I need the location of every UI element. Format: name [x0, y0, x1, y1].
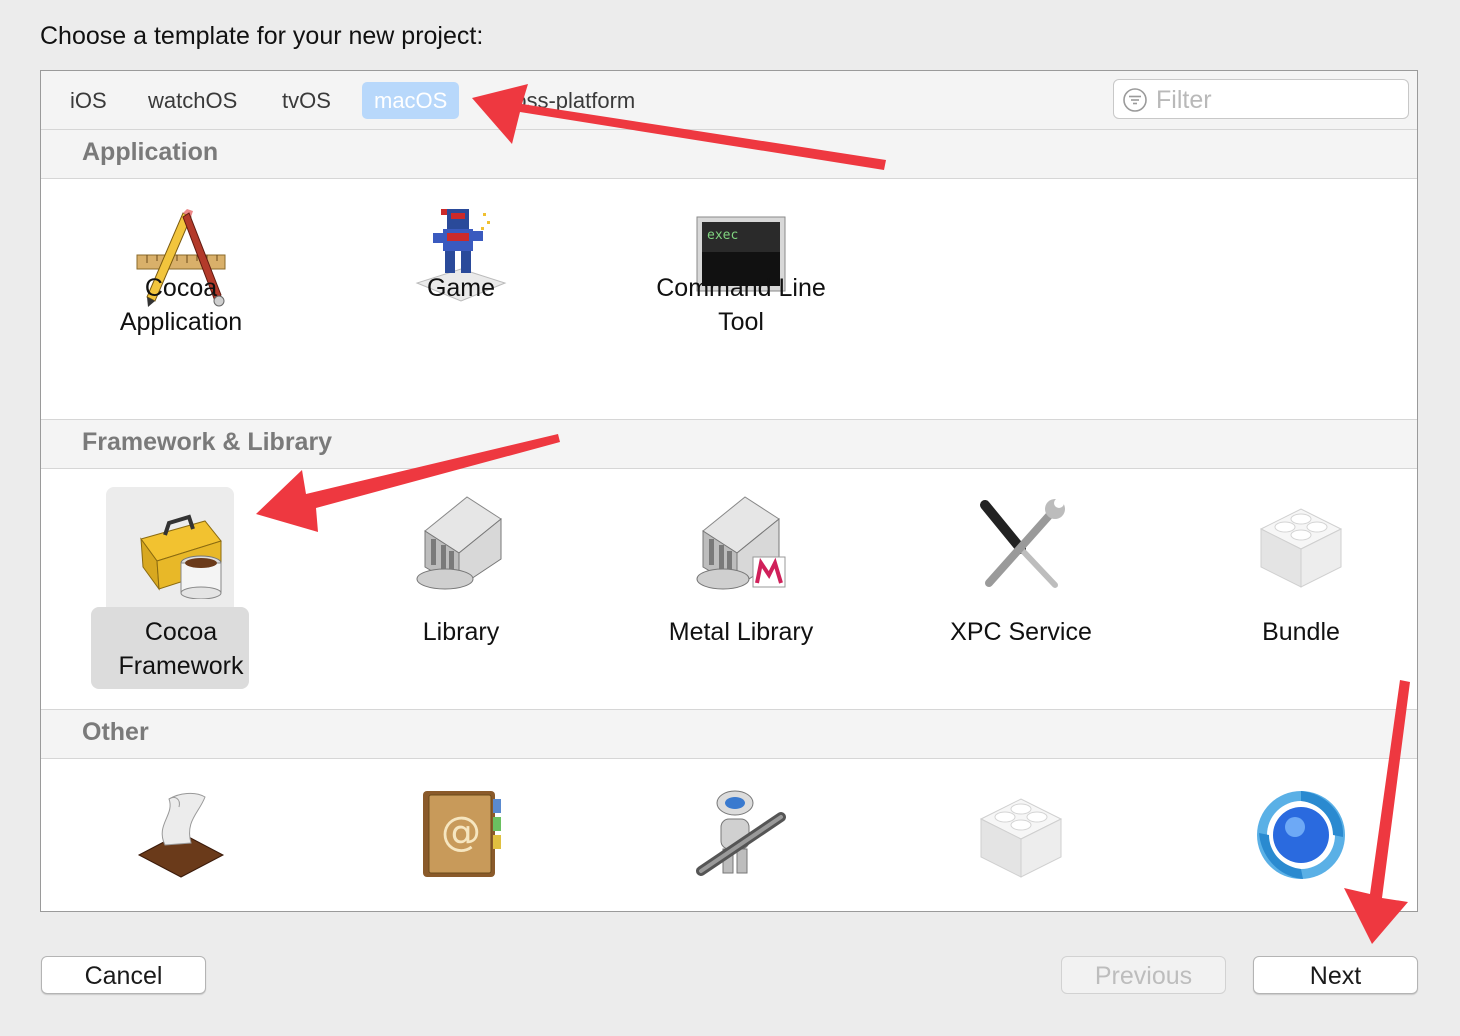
lego-brick-icon [1259, 508, 1343, 588]
template-library[interactable]: Library [321, 479, 601, 707]
template-label: Command Line Tool [656, 274, 826, 336]
template-panel: iOS watchOS tvOS macOS Cross-platform Fi… [40, 70, 1418, 912]
template-label: Metal Library [668, 618, 814, 646]
template-cocoa-framework[interactable]: Cocoa Framework [41, 479, 321, 707]
filter-field[interactable]: Filter [1113, 79, 1409, 119]
dialog-title: Choose a template for your new project: [40, 22, 484, 50]
template-quartz-composer[interactable] [1161, 771, 1417, 891]
cancel-button[interactable]: Cancel [41, 956, 206, 994]
section-header-other: Other [41, 709, 1417, 759]
tab-ios[interactable]: iOS [58, 82, 119, 119]
template-command-line-tool[interactable]: exec Command Line Tool [601, 201, 881, 421]
svg-text:@: @ [441, 809, 481, 855]
template-other-bundle[interactable] [881, 771, 1161, 891]
tab-watchos[interactable]: watchOS [136, 82, 249, 119]
template-address-book[interactable]: @ [321, 771, 601, 891]
toolbox-icon [140, 514, 222, 599]
quartz-composer-icon [1257, 791, 1345, 879]
address-book-icon: @ [423, 791, 501, 877]
filter-placeholder: Filter [1156, 86, 1212, 114]
template-xpc-service[interactable]: XPC Service [881, 479, 1161, 707]
previous-button[interactable]: Previous [1061, 956, 1226, 994]
template-label: Cocoa Framework [118, 618, 244, 680]
metal-library-icon [696, 496, 786, 590]
lego-brick-icon [979, 798, 1063, 878]
tab-tvos[interactable]: tvOS [270, 82, 343, 119]
template-label: Bundle [1262, 618, 1340, 646]
template-cocoa-application[interactable]: Cocoa Application [41, 201, 321, 421]
template-applescript[interactable] [41, 771, 321, 891]
terminal-text: exec [707, 228, 738, 243]
section-title: Framework & Library [82, 428, 333, 456]
tab-macos[interactable]: macOS [362, 82, 460, 119]
next-button[interactable]: Next [1253, 956, 1418, 994]
tools-icon [980, 498, 1065, 588]
automator-robot-icon [696, 790, 786, 876]
section-title: Application [82, 138, 219, 166]
applescript-icon [137, 792, 225, 878]
template-bundle[interactable]: Bundle [1161, 479, 1417, 707]
template-label: Library [422, 618, 500, 646]
template-label: Game [426, 274, 496, 302]
library-building-icon [416, 496, 502, 590]
section-header-framework-library: Framework & Library [41, 419, 1417, 469]
template-label: Cocoa Application [119, 274, 243, 336]
filter-icon [1123, 88, 1147, 112]
platform-tab-bar: iOS watchOS tvOS macOS Cross-platform Fi… [41, 71, 1417, 130]
template-automator-action[interactable] [601, 771, 881, 891]
template-metal-library[interactable]: Metal Library [601, 479, 881, 707]
template-label: XPC Service [950, 618, 1092, 646]
section-header-application: Application [41, 129, 1417, 179]
tab-cross-platform[interactable]: Cross-platform [479, 82, 647, 119]
section-title: Other [82, 718, 149, 746]
template-game[interactable]: Game [321, 201, 601, 421]
